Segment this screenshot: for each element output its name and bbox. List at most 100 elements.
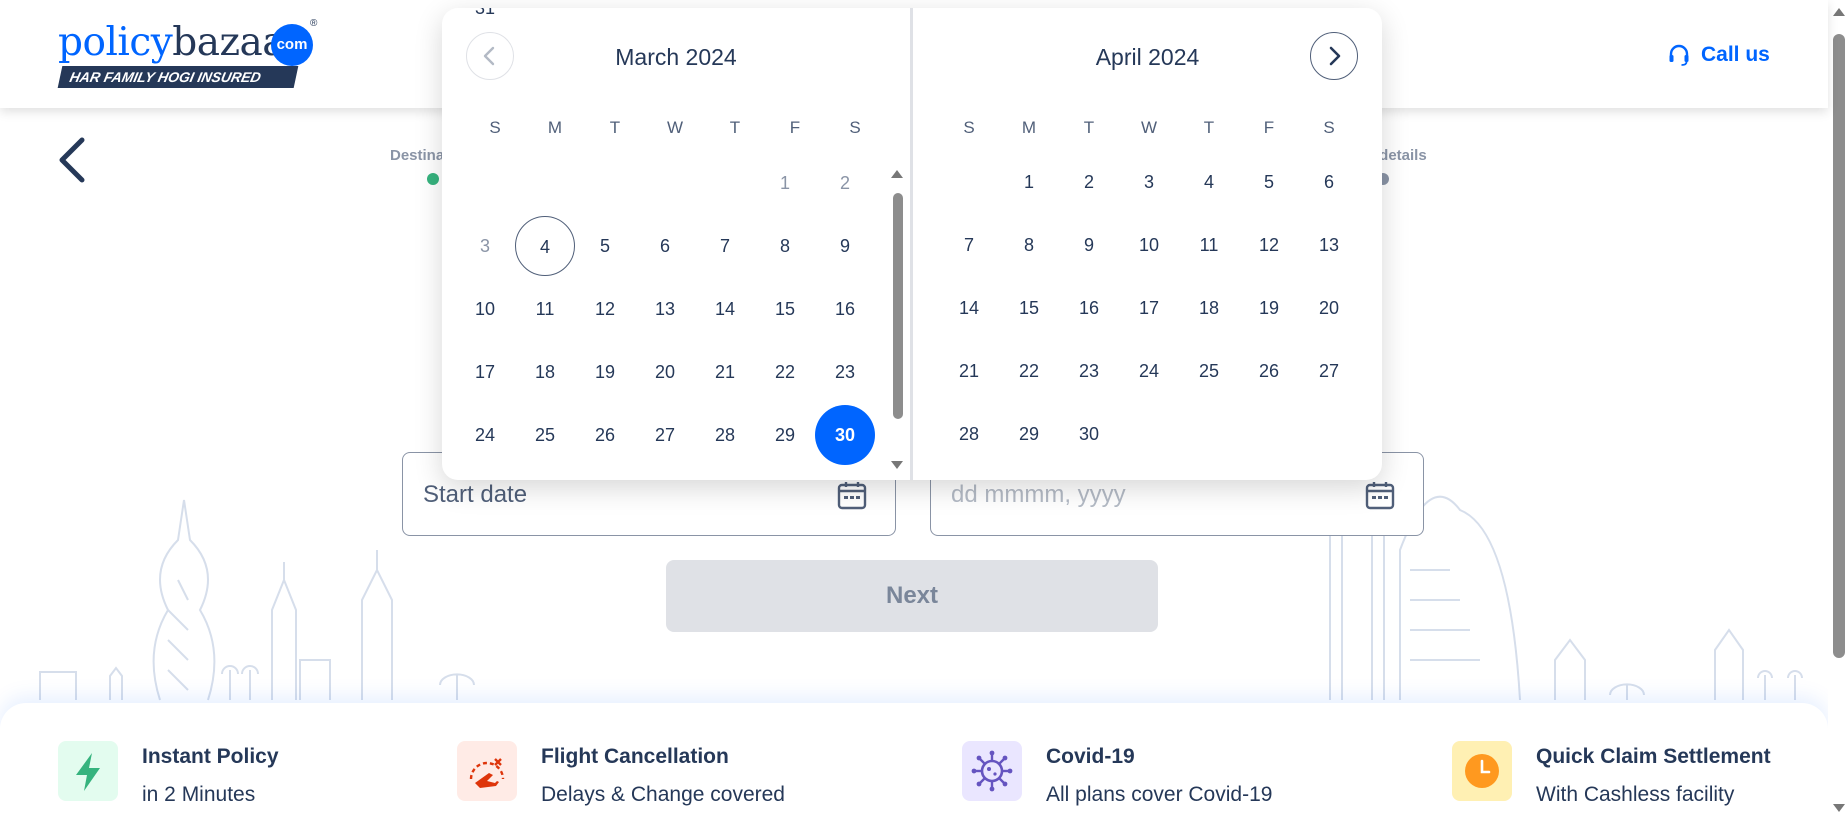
day-cell[interactable]: 24: [1119, 341, 1179, 401]
start-date-value: Start date: [423, 481, 528, 508]
day-cell[interactable]: 4: [1179, 152, 1239, 212]
call-us-button[interactable]: Call us: [1667, 40, 1770, 70]
weekday-header: F: [1263, 118, 1275, 137]
day-cell[interactable]: 23: [1059, 341, 1119, 401]
day-cell[interactable]: 28: [695, 405, 755, 465]
day-cell[interactable]: 7: [939, 215, 999, 275]
day-cell[interactable]: 30: [1059, 404, 1119, 464]
day-cell[interactable]: 11: [515, 279, 575, 339]
day-cell[interactable]: 19: [1239, 278, 1299, 338]
day-cell[interactable]: 26: [575, 405, 635, 465]
back-button[interactable]: [54, 136, 94, 186]
calendar-icon: [837, 482, 867, 510]
page-scrollbar-thumb[interactable]: [1833, 34, 1845, 658]
day-cell[interactable]: 27: [1299, 341, 1359, 401]
day-cell[interactable]: 17: [455, 342, 515, 402]
end-date-placeholder: dd mmmm, yyyy: [951, 481, 1126, 508]
calendar-icon: [1365, 482, 1395, 510]
virus-icon: [971, 750, 1013, 792]
day-cell[interactable]: 13: [1299, 215, 1359, 275]
day-cell[interactable]: 20: [635, 342, 695, 402]
day-cell[interactable]: 19: [575, 342, 635, 402]
logo-com-badge: com: [271, 24, 313, 66]
day-cell[interactable]: 25: [1179, 341, 1239, 401]
weekday-header: S: [849, 118, 861, 137]
day-cell-today[interactable]: 4: [515, 216, 575, 276]
day-cell[interactable]: 22: [755, 342, 815, 402]
day-cell[interactable]: 9: [815, 216, 875, 276]
weekday-header: W: [666, 118, 684, 137]
day-cell[interactable]: 20: [1299, 278, 1359, 338]
day-cell[interactable]: 26: [1239, 341, 1299, 401]
day-cell[interactable]: 28: [939, 404, 999, 464]
feature-title: Covid-19: [1046, 745, 1135, 768]
day-cell[interactable]: 6: [635, 216, 695, 276]
calendar-scrollbar[interactable]: [889, 163, 903, 473]
scroll-down-arrow-icon[interactable]: [890, 460, 904, 470]
feature-title: Quick Claim Settlement: [1536, 745, 1771, 768]
day-cell[interactable]: 2: [1059, 152, 1119, 212]
page: policybazaar com ® HAR FAMILY HOGI INSUR…: [0, 0, 1848, 827]
policybazaar-logo[interactable]: policybazaar com ® HAR FAMILY HOGI INSUR…: [57, 18, 318, 90]
day-cell[interactable]: 10: [1119, 215, 1179, 275]
day-cell[interactable]: 8: [999, 215, 1059, 275]
logo-word-policy: policy: [58, 20, 173, 65]
next-month-button[interactable]: [1310, 32, 1358, 80]
day-cell[interactable]: 7: [695, 216, 755, 276]
day-cell[interactable]: 22: [999, 341, 1059, 401]
clock-icon: [1465, 754, 1499, 788]
day-cell[interactable]: 12: [575, 279, 635, 339]
day-cell[interactable]: 23: [815, 342, 875, 402]
day-cell[interactable]: 3: [1119, 152, 1179, 212]
day-cell[interactable]: 16: [1059, 278, 1119, 338]
day-cell[interactable]: 25: [515, 405, 575, 465]
day-cell: 1: [779, 173, 790, 193]
day-cell[interactable]: 14: [939, 278, 999, 338]
scroll-up-arrow-icon[interactable]: [890, 169, 904, 179]
day-cell[interactable]: 13: [635, 279, 695, 339]
day-cell[interactable]: 11: [1179, 215, 1239, 275]
day-cell[interactable]: 29: [755, 405, 815, 465]
scroll-up-arrow-icon[interactable]: [1832, 6, 1846, 18]
day-cell[interactable]: 21: [695, 342, 755, 402]
day-cell[interactable]: 18: [515, 342, 575, 402]
month-title: March 2024: [615, 44, 737, 70]
weekday-header: S: [1323, 118, 1335, 137]
page-scrollbar[interactable]: [1828, 0, 1848, 827]
feature-subtitle: Delays & Change covered: [541, 783, 785, 806]
date-picker: March 2024 SMTWTFS 1 2 3 4 5 6 7 8 9 10 11 12 13 14 15…: [442, 8, 1382, 480]
day-cell[interactable]: 1: [999, 152, 1059, 212]
day-cell[interactable]: 8: [755, 216, 815, 276]
feature-subtitle: All plans cover Covid-19: [1046, 783, 1273, 806]
step-dot-destination: [427, 173, 439, 185]
day-cell[interactable]: 17: [1119, 278, 1179, 338]
day-cell[interactable]: 9: [1059, 215, 1119, 275]
feature-title: Instant Policy: [142, 745, 279, 768]
day-cell-selected[interactable]: 30: [815, 405, 875, 465]
day-cell[interactable]: 18: [1179, 278, 1239, 338]
call-us-label: Call us: [1701, 43, 1770, 66]
day-cell[interactable]: 12: [1239, 215, 1299, 275]
day-cell[interactable]: 27: [635, 405, 695, 465]
chevron-left-icon: [59, 137, 85, 183]
day-cell[interactable]: 24: [455, 405, 515, 465]
day-cell[interactable]: 5: [575, 216, 635, 276]
day-cell[interactable]: 14: [695, 279, 755, 339]
flight-cancel-icon: [469, 758, 505, 788]
day-cell[interactable]: 15: [999, 278, 1059, 338]
calendar-scrollbar-thumb[interactable]: [893, 193, 903, 419]
day-cell[interactable]: 5: [1239, 152, 1299, 212]
day-cell[interactable]: 21: [939, 341, 999, 401]
weekday-header: T: [1203, 118, 1215, 137]
day-cell[interactable]: 16: [815, 279, 875, 339]
chevron-right-icon: [1329, 46, 1340, 65]
next-button[interactable]: Next: [666, 560, 1158, 632]
features-strip: Instant Policy in 2 Minutes Flight Cance…: [0, 703, 1828, 827]
day-cell[interactable]: 6: [1299, 152, 1359, 212]
day-cell: 3: [479, 236, 490, 256]
weekday-header: T: [609, 118, 621, 137]
day-cell[interactable]: 10: [455, 279, 515, 339]
scroll-down-arrow-icon[interactable]: [1832, 802, 1846, 814]
day-cell[interactable]: 29: [999, 404, 1059, 464]
day-cell[interactable]: 15: [755, 279, 815, 339]
